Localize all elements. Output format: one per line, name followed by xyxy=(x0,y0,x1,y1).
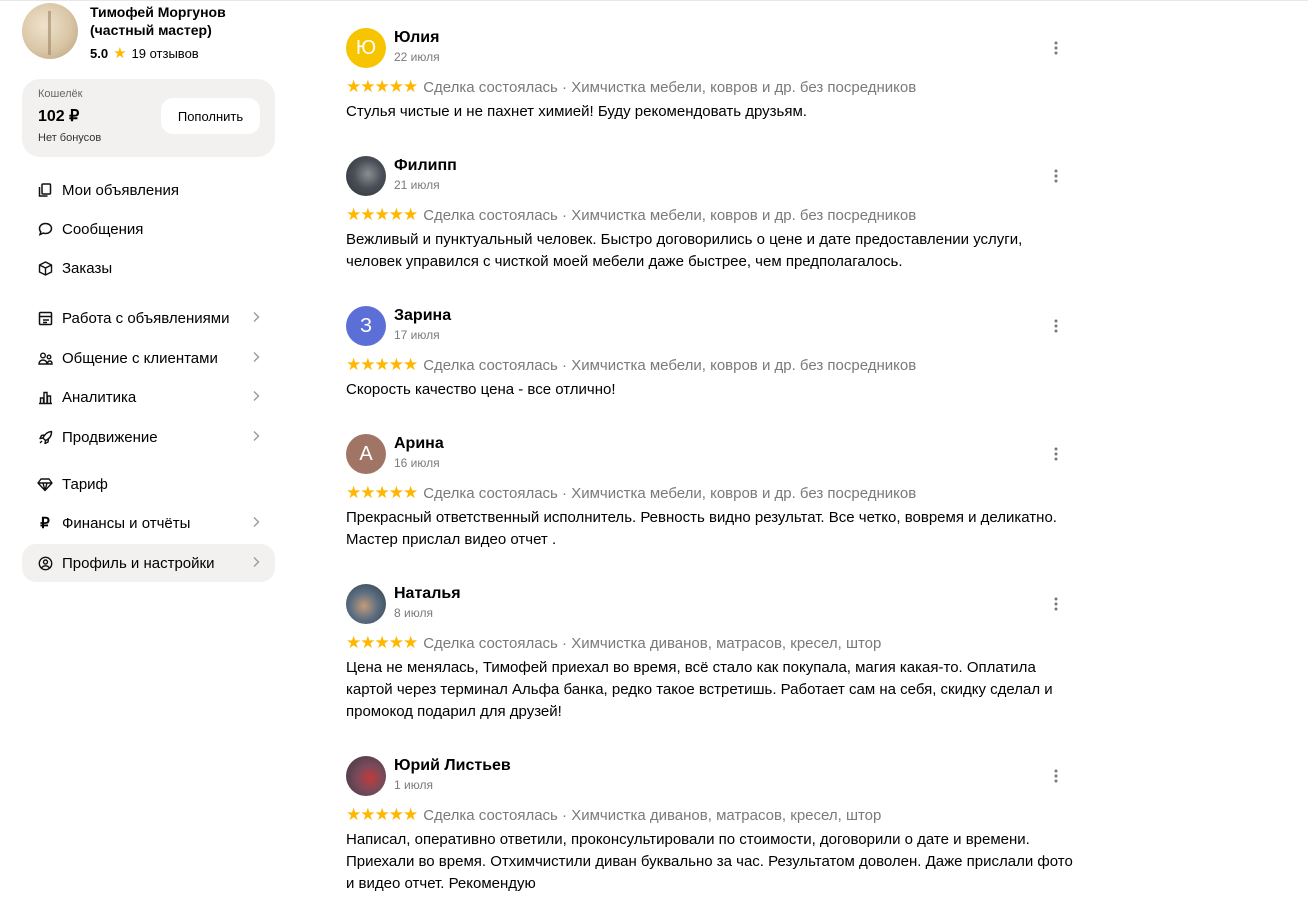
reviewer-name[interactable]: Юрий Листьев xyxy=(394,757,511,775)
star-icon: ★ xyxy=(113,45,127,62)
more-options-icon[interactable] xyxy=(1046,766,1066,786)
review-date: 21 июля xyxy=(394,178,440,192)
reviewer-avatar[interactable]: А xyxy=(346,434,386,474)
review-text: Стулья чистые и не пахнет химией! Буду р… xyxy=(346,103,807,120)
sidebar-item-label: Общение с клиентами xyxy=(62,349,218,367)
box-icon xyxy=(37,260,53,276)
sidebar-item-promotion[interactable]: Продвижение xyxy=(22,418,275,456)
wallet-card: Кошелёк 102 ₽ Нет бонусов Пополнить xyxy=(22,79,275,157)
review-text: Вежливый и пунктуальный человек. Быстро … xyxy=(346,231,1023,270)
wallet-bonus: Нет бонусов xyxy=(38,132,102,144)
review-date: 8 июля xyxy=(394,606,433,620)
more-options-icon[interactable] xyxy=(1046,594,1066,614)
rating-stars-icon: ★★★★★ xyxy=(346,205,418,224)
sidebar-item-label: Мои объявления xyxy=(62,181,179,199)
sidebar: Тимофей Моргунов (частный мастер) 5.0 ★ … xyxy=(22,0,275,582)
rating-stars-icon: ★★★★★ xyxy=(346,483,418,502)
wallet-label: Кошелёк xyxy=(38,88,83,100)
chevron-right-icon xyxy=(253,312,260,322)
sidebar-item-label: Работа с объявлениями xyxy=(62,309,230,327)
sidebar-item-label: Продвижение xyxy=(62,428,158,446)
chevron-right-icon xyxy=(253,557,260,567)
review-text: Цена не менялась, Тимофей приехал во вре… xyxy=(346,659,1053,720)
reviewer-name[interactable]: Наталья xyxy=(394,585,461,603)
reviewer-name[interactable]: Зарина xyxy=(394,307,451,325)
profile-card: Тимофей Моргунов (частный мастер) 5.0 ★ … xyxy=(22,0,275,72)
chevron-right-icon xyxy=(253,391,260,401)
reviewer-avatar[interactable] xyxy=(346,156,386,196)
profile-name[interactable]: Тимофей Моргунов (частный мастер) xyxy=(90,3,260,39)
sidebar-item-clients[interactable]: Общение с клиентами xyxy=(22,339,275,377)
chat-bubble-icon xyxy=(37,221,53,237)
more-options-icon[interactable] xyxy=(1046,316,1066,336)
sidebar-item-my-ads[interactable]: Мои объявления xyxy=(22,171,275,209)
more-options-icon[interactable] xyxy=(1046,38,1066,58)
chevron-right-icon xyxy=(253,352,260,362)
layout-icon xyxy=(37,310,53,326)
sidebar-item-tariff[interactable]: Тариф xyxy=(22,465,275,503)
more-options-icon[interactable] xyxy=(1046,166,1066,186)
wallet-amount: 102 ₽ xyxy=(38,108,80,125)
rating-stars-icon: ★★★★★ xyxy=(346,355,418,374)
reviewer-name[interactable]: Филипп xyxy=(394,157,457,175)
review-meta: ★★★★★ Сделка состоялась · Химчистка мебе… xyxy=(346,483,916,503)
sidebar-item-label: Аналитика xyxy=(62,388,137,406)
review-date: 1 июля xyxy=(394,778,433,792)
review-text: Прекрасный ответственный исполнитель. Ре… xyxy=(346,509,1057,548)
review-deal-info: Сделка состоялась · Химчистка мебели, ко… xyxy=(423,78,917,96)
review-meta: ★★★★★ Сделка состоялась · Химчистка дива… xyxy=(346,633,881,653)
reviewer-avatar[interactable] xyxy=(346,584,386,624)
review-date: 16 июля xyxy=(394,456,440,470)
chevron-right-icon xyxy=(253,517,260,527)
diamond-icon xyxy=(37,476,53,492)
reviewer-name[interactable]: Юлия xyxy=(394,29,439,47)
copy-icon xyxy=(37,182,53,198)
sidebar-item-label: Профиль и настройки xyxy=(62,554,215,572)
review-meta: ★★★★★ Сделка состоялась · Химчистка мебе… xyxy=(346,77,916,97)
review-date: 17 июля xyxy=(394,328,440,342)
review-deal-info: Сделка состоялась · Химчистка диванов, м… xyxy=(423,806,882,824)
sidebar-item-analytics[interactable]: Аналитика xyxy=(22,378,275,416)
reviewer-name[interactable]: Арина xyxy=(394,435,444,453)
sidebar-item-profile-settings[interactable]: Профиль и настройки xyxy=(22,544,275,582)
review-date: 22 июля xyxy=(394,50,440,64)
rating-stars-icon: ★★★★★ xyxy=(346,633,418,652)
review-meta: ★★★★★ Сделка состоялась · Химчистка дива… xyxy=(346,805,881,825)
profile-rating[interactable]: 5.0 ★ 19 отзывов xyxy=(90,44,199,62)
reviewer-avatar[interactable] xyxy=(346,756,386,796)
review-deal-info: Сделка состоялась · Химчистка диванов, м… xyxy=(423,634,882,652)
topup-button[interactable]: Пополнить xyxy=(161,98,260,134)
review-meta: ★★★★★ Сделка состоялась · Химчистка мебе… xyxy=(346,205,916,225)
sidebar-item-finance[interactable]: ₽ Финансы и отчёты xyxy=(22,504,275,542)
ruble-icon: ₽ xyxy=(40,515,50,532)
chevron-right-icon xyxy=(253,431,260,441)
bar-chart-icon xyxy=(37,389,53,405)
sidebar-item-orders[interactable]: Заказы xyxy=(22,249,275,287)
user-circle-icon xyxy=(37,555,53,571)
reviewer-avatar[interactable]: З xyxy=(346,306,386,346)
reviewer-avatar[interactable]: Ю xyxy=(346,28,386,68)
review-deal-info: Сделка состоялась · Химчистка мебели, ко… xyxy=(423,356,917,374)
reviews-count: 19 отзывов xyxy=(131,45,199,61)
rating-stars-icon: ★★★★★ xyxy=(346,77,418,96)
sidebar-item-ads-work[interactable]: Работа с объявлениями xyxy=(22,299,275,337)
review-deal-info: Сделка состоялась · Химчистка мебели, ко… xyxy=(423,206,917,224)
rating-score: 5.0 xyxy=(90,45,109,61)
rating-stars-icon: ★★★★★ xyxy=(346,805,418,824)
sidebar-item-label: Финансы и отчёты xyxy=(62,514,191,532)
sidebar-item-label: Заказы xyxy=(62,259,113,277)
review-meta: ★★★★★ Сделка состоялась · Химчистка мебе… xyxy=(346,355,916,375)
review-text: Скорость качество цена - все отлично! xyxy=(346,381,616,398)
review-deal-info: Сделка состоялась · Химчистка мебели, ко… xyxy=(423,484,917,502)
sidebar-item-label: Сообщения xyxy=(62,220,144,238)
profile-avatar[interactable] xyxy=(22,3,78,59)
rocket-icon xyxy=(37,429,53,445)
review-text: Написал, оперативно ответили, проконсуль… xyxy=(346,831,1073,892)
sidebar-item-messages[interactable]: Сообщения xyxy=(22,210,275,248)
more-options-icon[interactable] xyxy=(1046,444,1066,464)
sidebar-item-label: Тариф xyxy=(62,475,108,493)
people-icon xyxy=(37,350,53,366)
